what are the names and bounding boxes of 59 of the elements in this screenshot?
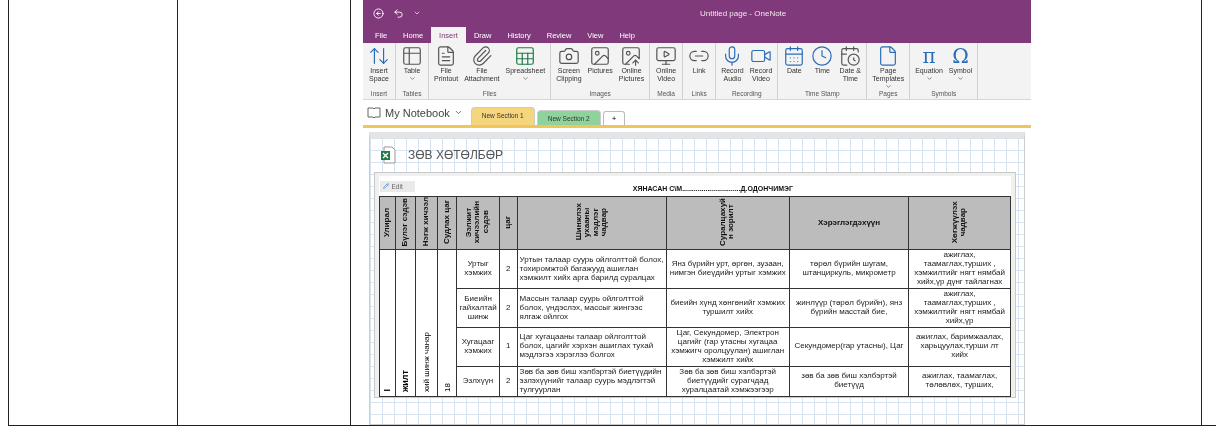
table-cell: Эзлхүүн xyxy=(456,366,500,397)
column-header: Хэрэглэгдэхүүн xyxy=(789,196,909,250)
merged-cell: жилт xyxy=(395,249,416,397)
picture-upload-icon xyxy=(620,45,643,67)
table-cell: 2 xyxy=(499,366,518,397)
picture-icon xyxy=(589,45,612,67)
column-header: Хөгжүүлэх чадвар xyxy=(908,196,1011,250)
merged-cell: I xyxy=(379,249,396,397)
add-section-tab[interactable]: + xyxy=(602,111,626,125)
clock-icon xyxy=(811,45,834,67)
table-cell: Биеийн гайхалтай шинж xyxy=(456,288,500,328)
table-cell: Секундомер(гар утасны), Цаг xyxy=(789,327,909,367)
table-cell: 2 xyxy=(499,288,518,328)
paperclip-icon xyxy=(470,45,493,67)
column-header: Судлах цаг xyxy=(437,196,457,250)
table-cell: Хугацааг хэмжих xyxy=(456,327,500,367)
calendar-clock-icon xyxy=(839,45,862,67)
caret-icon[interactable] xyxy=(413,9,421,17)
table-cell: ажиглах, таамаглах, төлөвлөх, турших, xyxy=(908,366,1011,397)
notebook-dropdown[interactable]: My Notebook xyxy=(367,106,463,119)
back-icon[interactable] xyxy=(373,7,384,19)
table-cell: Цаг хугацааны талаар ойлголттой болох, цагийг хэрхэн ашиглах тухай мэдлэгээ хэрэглээ болгох xyxy=(517,327,667,367)
column-header: Шинжлэх ухааны мэдлэг чадвар xyxy=(517,196,667,250)
undo-icon[interactable] xyxy=(393,7,404,19)
column-header: Бүлэг сэдэв xyxy=(395,196,416,250)
caret-icon xyxy=(453,108,463,117)
table-cell: ажиглах, баримжаалах, харьцуулах,турши лт хийх xyxy=(908,327,1011,367)
table-cell: зөв ба зөв биш хэлбэртэй биетүүд xyxy=(789,366,909,397)
table-cell: төрөл бүрийн шугам, штанциркуль, микрометр xyxy=(789,249,909,289)
column-header: Суралцахуй н зорилт xyxy=(666,196,790,250)
table-cell: Зөв ба зөв биш хэлбэртэй биетүүдийг сурагчдад хуралцаатай хэмжээгээр xyxy=(666,366,790,397)
calendar-icon xyxy=(783,45,806,67)
table-cell: 2 xyxy=(499,249,518,289)
table-cell: ажиглах, таамаглах,турших , хэмжилтийг нягт нямбай хийх,үр xyxy=(908,288,1011,328)
pencil-icon xyxy=(382,183,389,189)
column-header: Ээлжит хичээлийн сэдэв xyxy=(456,196,500,250)
spreadsheet-icon xyxy=(514,45,537,67)
table-cell: Цаг, Секундомер, Электрон цагийг (гар утасны хугацаа хэмжигч оролцуулан) ашиглан хэмжилт хийх xyxy=(666,327,790,367)
notebook-icon xyxy=(367,107,381,118)
table-cell: ажиглах, таамаглах,турших , хэмжилтийг нягт нямбай хийх,үр дүнг тайлагнах xyxy=(908,249,1011,289)
table-cell: Уртыг хэмжих xyxy=(456,249,500,289)
monitor-play-icon xyxy=(655,45,678,67)
table-cell: биеийн хүнд хөнгөнийг хэмжих туршилт хийх xyxy=(666,288,790,328)
merged-cell: 18 xyxy=(437,249,457,397)
table-cell: Уртын талаар суурь ойлголттой болох, тохиромжтой багажууд ашиглан хэмжилт хийх арга барилд суралцах xyxy=(517,249,667,289)
table-cell: Янз бүрийн урт, өргөн, зузаан, нимгэн биеүдийн уртыг хэмжих xyxy=(666,249,790,289)
window-title: Untitled page - OneNote xyxy=(700,8,787,18)
column-header: Нэгж хичээл xyxy=(415,196,438,250)
up-down-arrow-icon xyxy=(368,45,390,67)
table-cell: Зөв ба зөв биш хэлбэртэй биетүүдийн эзлэхүүнийг талаар суурь мэдлэгтэй тулгуурлан xyxy=(517,366,667,397)
table-cell: 1 xyxy=(499,327,518,367)
table-cell: Массын талаар суурь ойлголттой болох, үндэслэх, массыг жингээс ялгаж ойлгох xyxy=(517,288,667,328)
merged-cell: хий шинж чанар xyxy=(415,249,438,397)
camera-icon xyxy=(557,45,580,67)
spreadsheet-file-icon xyxy=(380,146,396,164)
page-title: ЗӨВ ХӨТӨЛБӨР xyxy=(408,148,503,162)
table-cell: жинлүүр (төрөл бүрийн), янз бүрийн масстай бие, xyxy=(789,288,909,328)
column-header: Улирал xyxy=(379,196,396,250)
table-icon xyxy=(401,45,423,67)
